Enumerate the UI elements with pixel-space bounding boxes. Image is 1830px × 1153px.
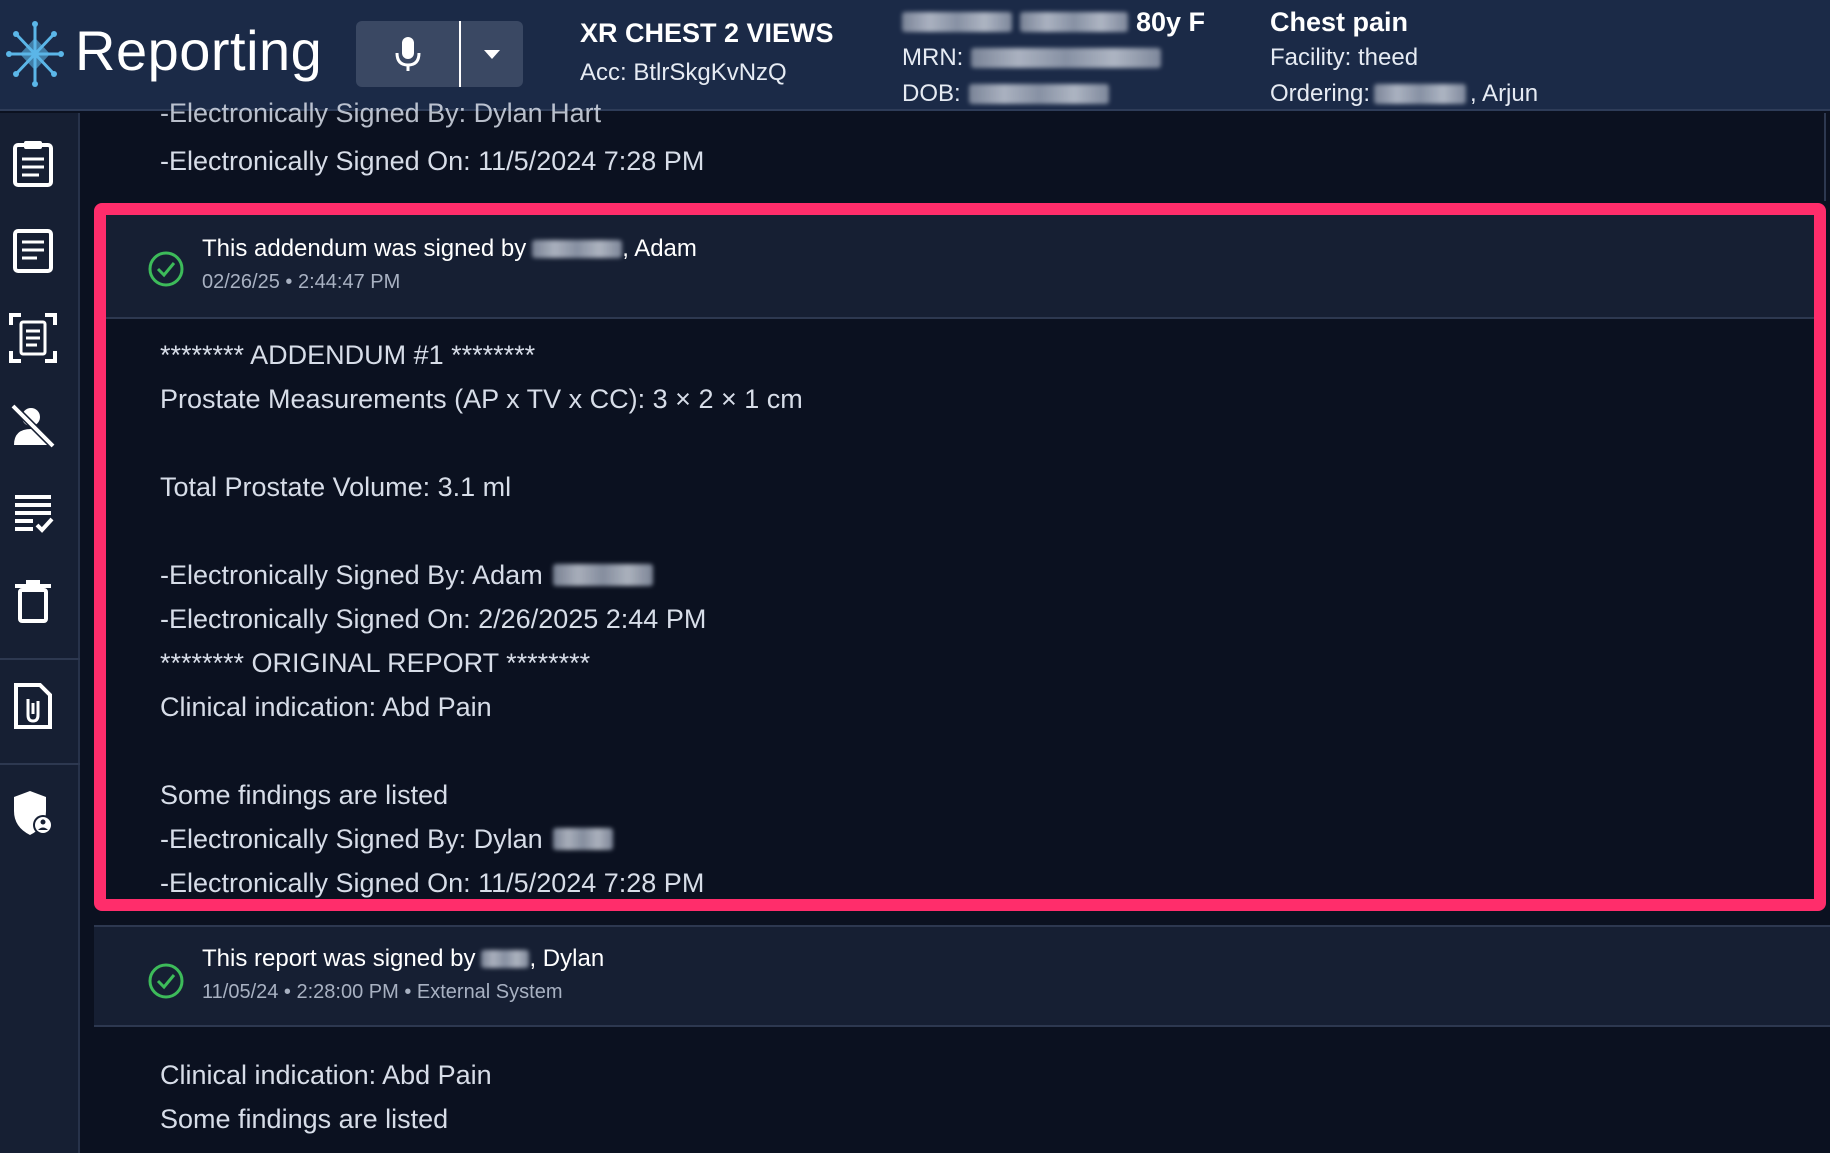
report-line: ******** ADDENDUM #1 ********: [160, 339, 536, 370]
app-brand: Reporting: [75, 19, 323, 82]
check-circle-icon: [148, 963, 184, 999]
redacted-signer-name: [552, 564, 653, 586]
signed-by-text: -Electronically Signed By: Adam: [160, 559, 543, 590]
signed-by-text: -Electronically Signed By: Dylan: [160, 823, 543, 854]
exam-title: XR CHEST 2 VIEWS: [580, 18, 834, 48]
report-line: -Electronically Signed On: 11/5/2024 7:2…: [160, 145, 705, 176]
addendum-signer-first-name: , Adam: [622, 235, 697, 262]
dictation-control: [356, 21, 523, 87]
report-line: [160, 729, 803, 773]
report-signed-by-label: This report was signed by: [202, 945, 476, 972]
checklist-icon[interactable]: [8, 488, 58, 538]
exam-info: XR CHEST 2 VIEWS Acc: BtlrSkgKvNzQ: [580, 18, 834, 87]
mrn-label: MRN:: [902, 44, 964, 71]
accession-number: Acc: BtlrSkgKvNzQ: [580, 59, 787, 86]
report-line: -Electronically Signed By: Dylan: [160, 817, 803, 861]
report-signer-first-name: , Dylan: [529, 945, 605, 972]
report-line: ******** ORIGINAL REPORT ********: [160, 647, 591, 678]
report-entry: This report was signed by , Dylan 11/05/…: [94, 925, 1830, 1153]
document-icon[interactable]: [8, 226, 58, 276]
addendum-text: ******** ADDENDUM #1 ******** Prostate M…: [160, 333, 803, 905]
sidebar: [0, 113, 80, 1153]
attachment-icon[interactable]: [8, 681, 58, 731]
redacted-mrn: [971, 48, 1162, 68]
scan-document-icon[interactable]: [8, 313, 58, 363]
report-line: Prostate Measurements (AP x TV x CC): 3 …: [160, 383, 803, 414]
logo-icon: [6, 21, 64, 87]
addendum-signature-header: This addendum was signed by , Adam 02/26…: [106, 215, 1814, 319]
order-reason: Chest pain: [1270, 6, 1409, 37]
user-off-icon[interactable]: [8, 401, 58, 451]
dictation-dropdown-button[interactable]: [461, 21, 523, 87]
report-line: Total Prostate Volume: 3.1 ml: [160, 471, 512, 502]
report-text: Clinical indication: Abd Pain Some findi…: [160, 1053, 492, 1141]
check-circle-icon: [148, 251, 184, 287]
report-line: [160, 509, 803, 553]
addendum-signed-by-label: This addendum was signed by: [202, 235, 527, 262]
redacted-signer-name: [552, 828, 613, 850]
report-line: Clinical indication: Abd Pain: [160, 1059, 492, 1090]
addendum-entry: This addendum was signed by , Adam 02/26…: [94, 203, 1826, 911]
report-line: Some findings are listed: [160, 1103, 449, 1134]
addendum-timestamp: 02/26/25 • 2:44:47 PM: [202, 271, 401, 293]
report-line: -Electronically Signed On: 2/26/2025 2:4…: [160, 603, 707, 634]
report-line: -Electronically Signed By: Adam: [160, 553, 803, 597]
clipboard-icon[interactable]: [8, 138, 58, 188]
report-line: Some findings are listed: [160, 779, 449, 810]
trash-icon[interactable]: [8, 576, 58, 626]
report-history: -Electronically Signed By: Dylan Hart -E…: [94, 98, 1830, 1153]
report-line: -Electronically Signed On: 11/5/2024 7:2…: [160, 867, 705, 898]
redacted-last-name: [1020, 12, 1128, 32]
previous-report-tail: -Electronically Signed By: Dylan Hart -E…: [94, 98, 1826, 201]
report-line: -Electronically Signed By: Dylan Hart: [160, 97, 602, 128]
report-timestamp: 11/05/24 • 2:28:00 PM • External System: [202, 981, 563, 1003]
report-signature-header: This report was signed by , Dylan 11/05/…: [94, 925, 1830, 1027]
report-line: [160, 421, 803, 465]
redacted-signer-name: [481, 950, 530, 968]
sidebar-divider: [0, 763, 80, 765]
microphone-button[interactable]: [356, 21, 461, 87]
redacted-signer-name: [532, 240, 623, 258]
facility: Facility: theed: [1270, 44, 1419, 71]
chevron-down-icon: [484, 50, 500, 59]
patient-age-sex: 80y F: [1136, 6, 1206, 37]
report-line: Clinical indication: Abd Pain: [160, 691, 492, 722]
redacted-first-name: [902, 12, 1012, 32]
sidebar-divider: [0, 658, 80, 660]
shield-user-icon[interactable]: [8, 788, 58, 838]
microphone-icon: [395, 37, 420, 71]
